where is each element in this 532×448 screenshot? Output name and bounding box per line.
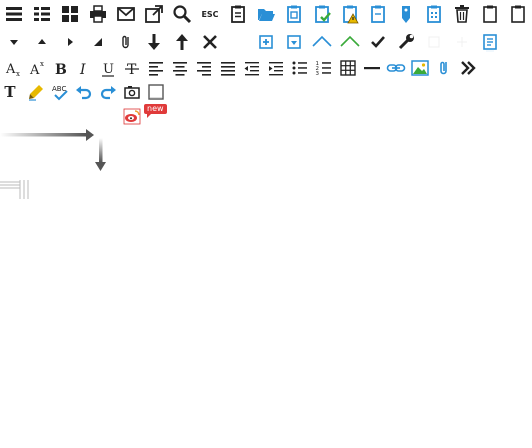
sidebar-handle[interactable] [0,180,32,200]
menu-icon[interactable] [2,2,26,26]
trash-icon[interactable] [450,2,474,26]
align-center-icon[interactable] [168,56,192,80]
italic-icon[interactable]: I [72,56,96,80]
grid-view-icon[interactable] [58,2,82,26]
external-link-icon[interactable] [142,2,166,26]
faded-box-icon [422,30,446,54]
svg-text:I: I [79,62,86,78]
new-badge: new [144,104,167,118]
svg-text:T: T [127,62,137,78]
add-box-icon[interactable] [254,30,278,54]
chevron-up-blue-icon[interactable] [310,30,334,54]
clipboard-warning-icon[interactable] [338,2,362,26]
svg-text:3: 3 [316,71,320,77]
bold-icon[interactable]: B [48,56,72,80]
link-icon[interactable] [384,56,408,80]
toolbar-row-2 [0,30,532,56]
svg-text:x: x [16,70,20,78]
weibo-icon[interactable] [120,104,144,128]
spellcheck-icon[interactable]: ABC [48,80,72,104]
clipboard-list-icon[interactable] [422,2,446,26]
outdent-icon[interactable] [240,56,264,80]
svg-text:U: U [103,62,114,77]
clipboard-plain-icon[interactable] [506,2,530,26]
svg-text:A: A [5,62,16,77]
toolbar-row-1: ESC [0,2,532,28]
double-chevron-right-icon[interactable] [456,56,480,80]
underline-icon[interactable]: U [96,56,120,80]
toolbar-row-4: T ABC [0,80,532,106]
clipboard-blue-icon[interactable] [282,2,306,26]
svg-text:x: x [40,60,44,68]
caret-right-icon[interactable] [58,30,82,54]
email-icon[interactable] [114,2,138,26]
close-icon[interactable] [198,30,222,54]
caret-down-icon[interactable] [2,30,26,54]
align-right-icon[interactable] [192,56,216,80]
preview-box-icon[interactable] [144,80,168,104]
table-icon[interactable] [336,56,360,80]
numbered-list-icon[interactable]: 123 [312,56,336,80]
document-blue-icon[interactable] [478,30,502,54]
camera-icon[interactable] [120,80,144,104]
text-tool-icon[interactable]: T [0,80,22,104]
folder-open-icon[interactable] [254,2,278,26]
arrow-down-icon[interactable] [142,30,166,54]
list-view-icon[interactable] [30,2,54,26]
arrow-up-icon[interactable] [170,30,194,54]
align-left-icon[interactable] [144,56,168,80]
redo-icon[interactable] [96,80,120,104]
undo-icon[interactable] [72,80,96,104]
toolbar-row-3: Ax Ax B I U T 123 [0,56,532,82]
search-icon[interactable] [170,2,194,26]
image-icon[interactable] [408,56,432,80]
checkmark-icon[interactable] [366,30,390,54]
escape-icon[interactable]: ESC [198,2,222,26]
print-icon[interactable] [86,2,110,26]
paperclip-icon[interactable] [114,30,138,54]
svg-text:B: B [55,62,67,78]
svg-text:ABC: ABC [52,85,66,93]
highlighter-icon[interactable] [24,80,48,104]
caret-corner-icon[interactable] [86,30,110,54]
wrench-icon[interactable] [394,30,418,54]
clipboard-outline-icon[interactable] [366,2,390,26]
clipboard-empty-icon[interactable] [478,2,502,26]
strikethrough-icon[interactable]: T [120,56,144,80]
dropdown-box-icon[interactable] [282,30,306,54]
clipboard-icon[interactable] [226,2,250,26]
faded-plus-icon [450,30,474,54]
subscript-icon[interactable]: Ax [2,56,26,80]
chevron-up-green-icon[interactable] [338,30,362,54]
indent-icon[interactable] [264,56,288,80]
caret-up-icon[interactable] [30,30,54,54]
bullet-list-icon[interactable] [288,56,312,80]
attachment-icon[interactable] [432,56,456,80]
svg-text:A: A [29,63,40,78]
connector-arrows [0,124,120,174]
tag-icon[interactable] [394,2,418,26]
horizontal-rule-icon[interactable] [360,56,384,80]
clipboard-check-icon[interactable] [310,2,334,26]
align-justify-icon[interactable] [216,56,240,80]
superscript-icon[interactable]: Ax [26,56,50,80]
